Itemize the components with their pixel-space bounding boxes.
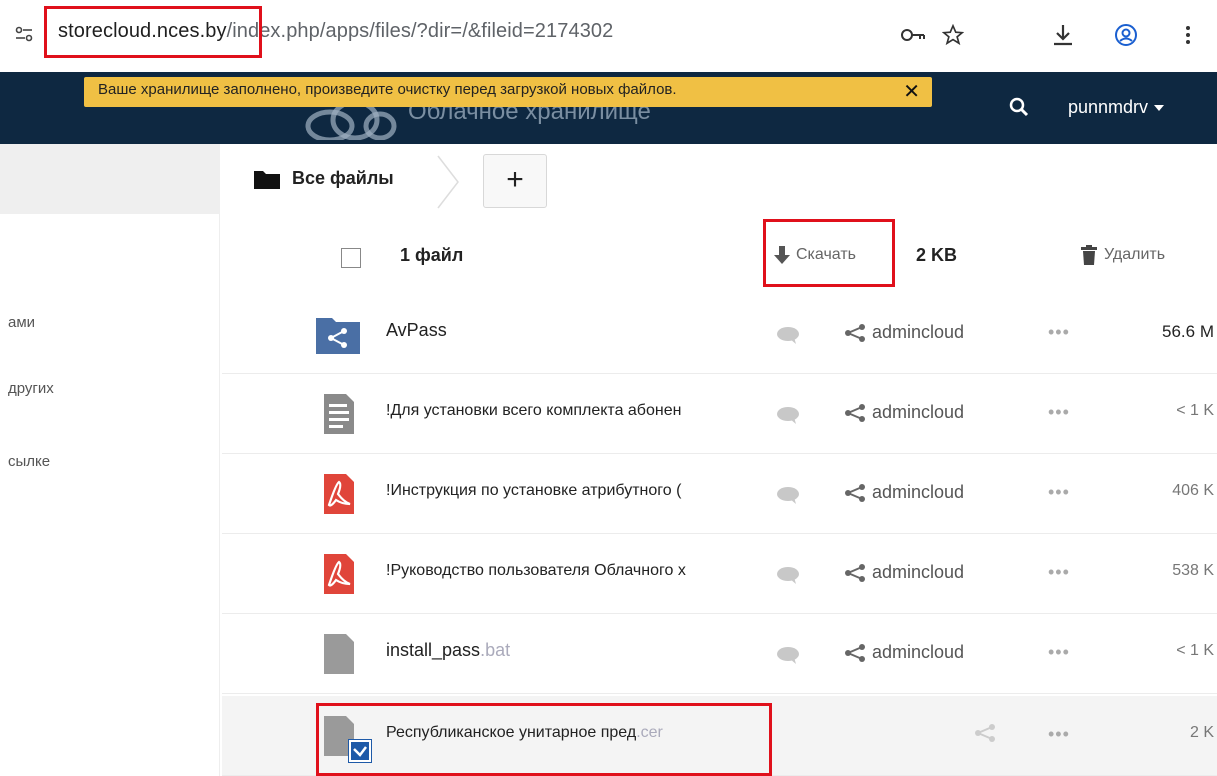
add-button[interactable]: + <box>483 154 547 208</box>
comment-icon[interactable] <box>776 406 800 424</box>
comment-icon[interactable] <box>776 486 800 504</box>
comment-icon[interactable] <box>776 326 800 344</box>
url-path: /index.php/apps/files/?dir=/&fileid=2174… <box>226 20 614 42</box>
share-icon <box>975 724 995 742</box>
comment-icon[interactable] <box>776 566 800 584</box>
url-host-highlight <box>44 6 262 58</box>
file-size: 56.6 M <box>1162 322 1214 341</box>
user-name: punnmdrv <box>1068 97 1149 117</box>
breadcrumb-separator-icon <box>437 155 459 209</box>
share-button[interactable]: admincloud <box>844 562 964 583</box>
text-file-icon <box>324 394 354 434</box>
sidebar-item[interactable]: ами <box>8 314 35 331</box>
file-size: 406 K <box>1172 482 1214 499</box>
delete-button[interactable]: Удалить <box>1080 245 1165 265</box>
breadcrumb-label: Все файлы <box>292 168 394 188</box>
file-name[interactable]: AvPass <box>386 320 746 341</box>
sidebar-item-active[interactable] <box>0 144 220 214</box>
shared-folder-icon <box>316 318 360 354</box>
file-extension: .bat <box>480 640 511 660</box>
sidebar-item[interactable]: сылке <box>8 453 50 470</box>
selected-count: 1 файл <box>400 245 464 265</box>
owner-label: admincloud <box>872 322 965 342</box>
share-button[interactable]: admincloud <box>844 402 964 423</box>
close-icon[interactable]: ✕ <box>903 79 920 104</box>
selected-size: 2 KB <box>916 245 958 265</box>
share-icon <box>845 403 865 422</box>
user-menu[interactable]: punnmdrv <box>1068 97 1165 118</box>
browser-toolbar: storecloud.nces.by/index.php/apps/files/… <box>0 0 1217 72</box>
pdf-file-icon <box>324 554 354 594</box>
file-size: < 1 K <box>1176 402 1214 419</box>
more-actions-icon[interactable]: ••• <box>1048 322 1070 343</box>
select-all-checkbox[interactable] <box>341 248 361 268</box>
more-actions-icon[interactable]: ••• <box>1048 562 1070 583</box>
share-button[interactable]: admincloud <box>844 482 964 503</box>
more-actions-icon[interactable]: ••• <box>1048 482 1070 503</box>
owner-label: admincloud <box>872 402 965 422</box>
share-button[interactable]: admincloud <box>844 642 964 663</box>
file-size: 538 K <box>1172 562 1214 579</box>
file-name[interactable]: install_pass.bat <box>386 640 746 661</box>
more-actions-icon[interactable]: ••• <box>1048 724 1070 745</box>
generic-file-icon <box>324 634 354 674</box>
file-row[interactable]: !Руководство пользователя Облачного х ad… <box>222 534 1217 614</box>
delete-label: Удалить <box>1104 246 1166 263</box>
more-actions-icon[interactable]: ••• <box>1048 402 1070 423</box>
download-icon[interactable] <box>1050 22 1076 48</box>
pdf-file-icon <box>324 474 354 514</box>
file-size: < 1 K <box>1176 642 1214 659</box>
password-key-icon[interactable] <box>900 22 926 48</box>
owner-label: admincloud <box>872 482 965 502</box>
file-row[interactable]: AvPass admincloud ••• 56.6 M <box>222 294 1217 374</box>
share-icon <box>845 643 865 662</box>
file-basename: install_pass <box>386 640 481 660</box>
file-name[interactable]: !Для установки всего комплекта абонен <box>386 402 746 420</box>
sidebar-item[interactable]: других <box>8 380 54 397</box>
more-actions-icon[interactable]: ••• <box>1048 642 1070 663</box>
warning-text: Ваше хранилище заполнено, произведите оч… <box>98 81 677 98</box>
storage-warning-banner: Ваше хранилище заполнено, произведите оч… <box>84 77 932 107</box>
share-icon <box>845 483 865 502</box>
profile-icon[interactable] <box>1113 22 1139 48</box>
owner-label: admincloud <box>872 642 965 662</box>
file-name[interactable]: !Руководство пользователя Облачного х <box>386 562 746 580</box>
file-size: 2 K <box>1189 724 1214 741</box>
owner-label: admincloud <box>872 562 965 582</box>
menu-icon[interactable] <box>1175 22 1201 48</box>
site-info-icon[interactable] <box>12 22 36 46</box>
folder-icon <box>254 170 280 189</box>
breadcrumb-root[interactable]: Все файлы <box>254 168 394 189</box>
file-row[interactable]: install_pass.bat admincloud ••• < 1 K <box>222 614 1217 694</box>
share-icon <box>845 563 865 582</box>
download-highlight <box>763 219 895 287</box>
comment-icon[interactable] <box>776 646 800 664</box>
bookmark-star-icon[interactable] <box>940 22 966 48</box>
share-button[interactable]: admincloud <box>844 322 964 343</box>
trash-icon <box>1081 245 1097 265</box>
share-button[interactable] <box>974 724 1002 742</box>
search-icon[interactable] <box>1008 96 1030 118</box>
caret-down-icon <box>1154 105 1165 112</box>
file-row[interactable]: !Для установки всего комплекта абонен ad… <box>222 374 1217 454</box>
file-row[interactable]: !Инструкция по установке атрибутного ( a… <box>222 454 1217 534</box>
selected-row-highlight <box>316 703 772 776</box>
file-name[interactable]: !Инструкция по установке атрибутного ( <box>386 482 746 500</box>
share-icon <box>845 323 865 342</box>
